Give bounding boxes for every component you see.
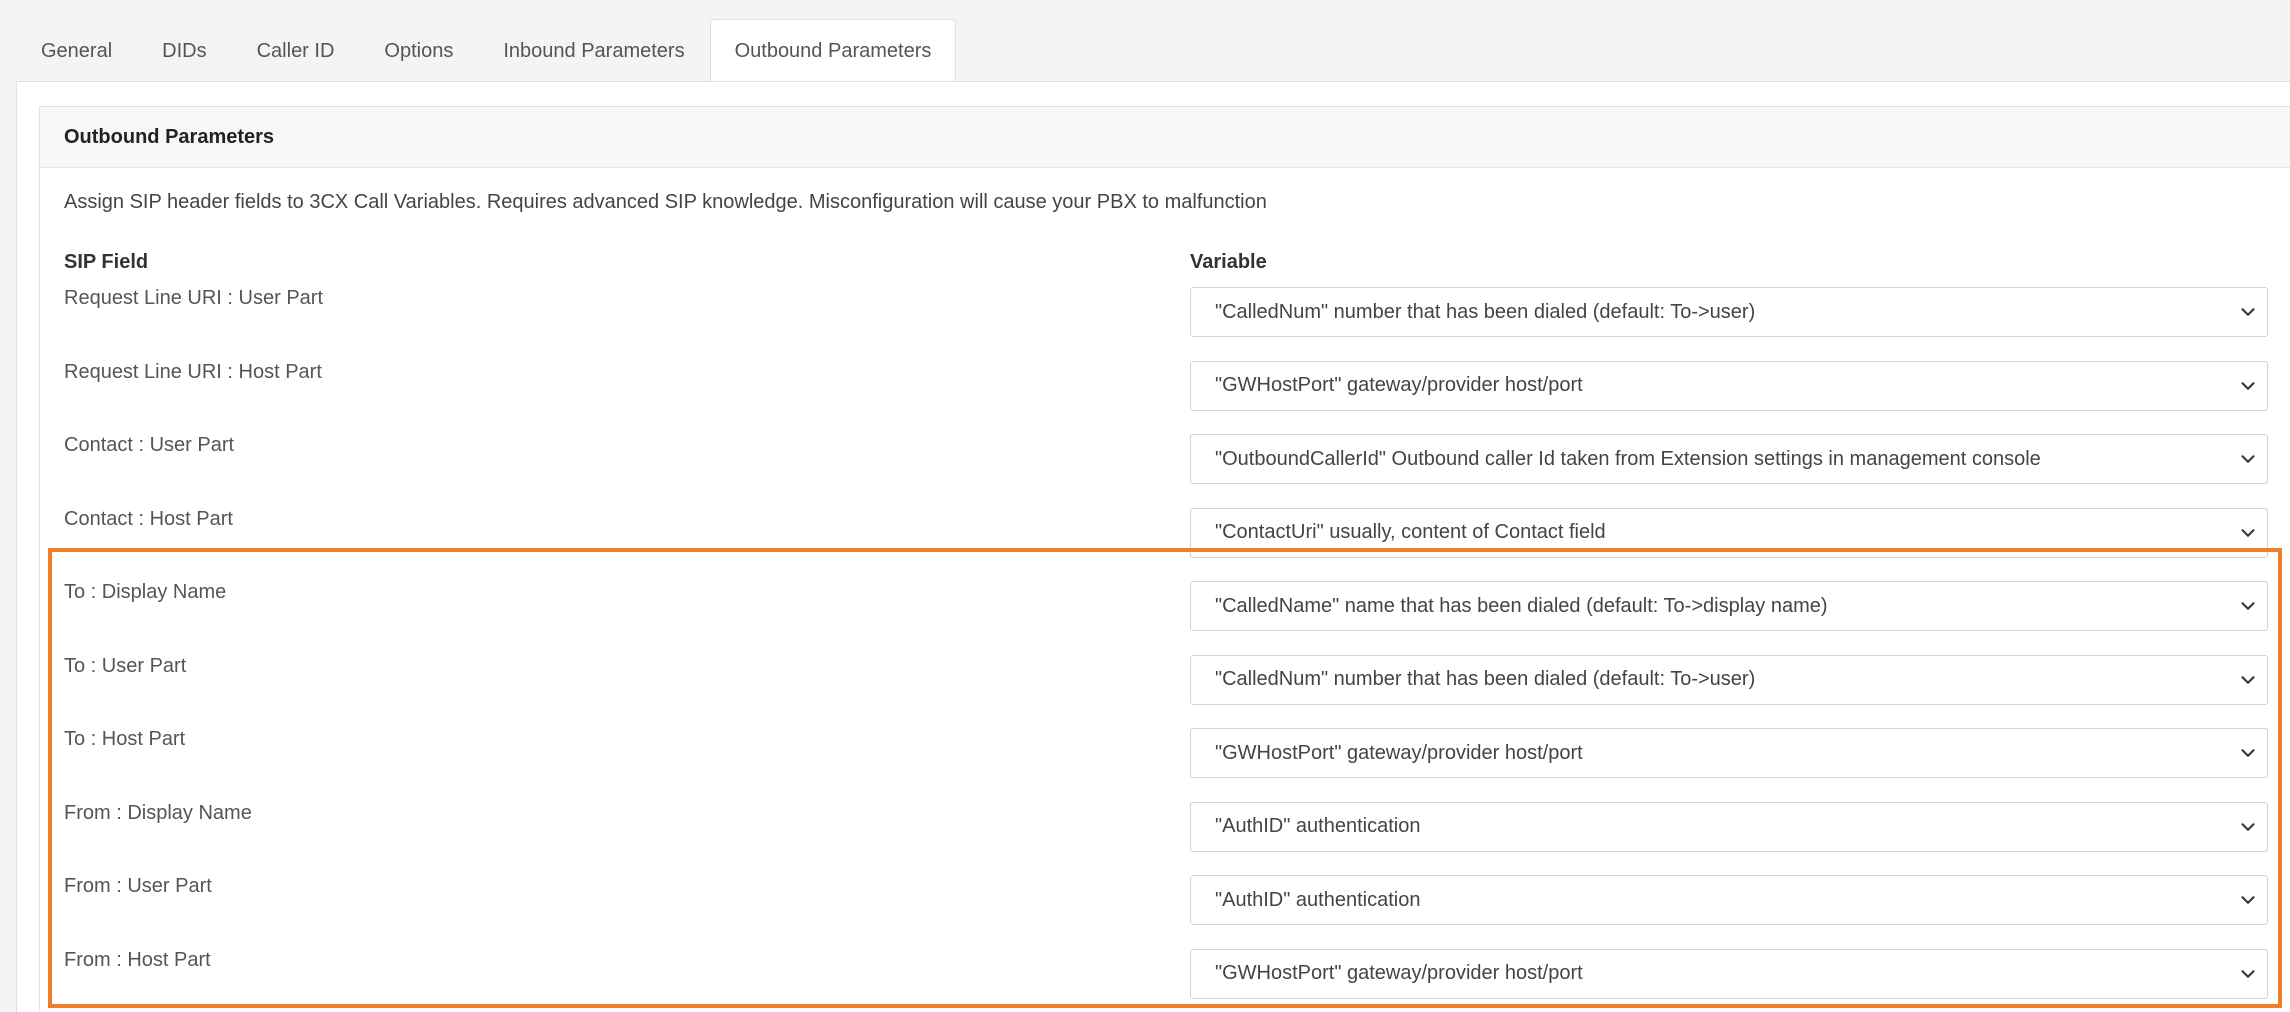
- variable-select-value: "CalledNum" number that has been dialed …: [1215, 300, 1756, 323]
- variable-select-value: "ContactUri" usually, content of Contact…: [1215, 521, 1606, 543]
- tab-options[interactable]: Options: [359, 19, 478, 82]
- sip-field-label: From : Display Name: [64, 801, 252, 824]
- variable-select-value: "GWHostPort" gateway/provider host/port: [1215, 374, 1583, 396]
- tab-bar: General DIDs Caller ID Options Inbound P…: [16, 19, 957, 83]
- variable-select[interactable]: "GWHostPort" gateway/provider host/port: [1190, 948, 2268, 999]
- sip-field-label: Contact : Host Part: [64, 507, 233, 530]
- chevron-down-icon: [2241, 528, 2255, 537]
- chevron-down-icon: [2241, 969, 2255, 978]
- card-title: Outbound Parameters: [40, 107, 2290, 168]
- chevron-down-icon: [2241, 602, 2255, 610]
- chevron-down-icon: [2241, 749, 2255, 757]
- variable-select[interactable]: "AuthID" authentication: [1190, 875, 2268, 925]
- tab-inbound-parameters[interactable]: Inbound Parameters: [478, 19, 709, 82]
- variable-select-value: "AuthID" authentication: [1215, 815, 1421, 837]
- chevron-down-icon: [2241, 675, 2255, 684]
- column-header-variable: Variable: [1190, 251, 1267, 273]
- variable-select-value: "GWHostPort" gateway/provider host/port: [1215, 741, 1583, 764]
- variable-select[interactable]: "OutboundCallerId" Outbound caller Id ta…: [1190, 434, 2268, 484]
- sip-field-label: From : Host Part: [64, 948, 211, 971]
- sip-field-label: To : Host Part: [64, 728, 186, 750]
- sip-field-label: From : User Part: [64, 875, 212, 897]
- chevron-down-icon: [2241, 822, 2255, 831]
- variable-select[interactable]: "CalledNum" number that has been dialed …: [1190, 287, 2268, 337]
- sip-field-label: Contact : User Part: [64, 434, 235, 456]
- variable-select-value: "CalledName" name that has been dialed (…: [1215, 594, 1828, 617]
- chevron-down-icon: [2241, 896, 2255, 904]
- sip-field-label: Request Line URI : User Part: [64, 287, 323, 309]
- variable-select[interactable]: "GWHostPort" gateway/provider host/port: [1190, 728, 2268, 778]
- tab-general[interactable]: General: [16, 19, 137, 82]
- sip-field-label: Request Line URI : Host Part: [64, 360, 322, 383]
- variable-select-value: "CalledNum" number that has been dialed …: [1215, 668, 1756, 690]
- tab-panel: Outbound Parameters Assign SIP header fi…: [16, 81, 2290, 1012]
- variable-select[interactable]: "AuthID" authentication: [1190, 801, 2268, 852]
- chevron-down-icon: [2241, 308, 2255, 316]
- chevron-down-icon: [2241, 381, 2255, 390]
- outbound-parameters-card: Outbound Parameters Assign SIP header fi…: [39, 106, 2290, 1012]
- column-header-sip-field: SIP Field: [64, 251, 149, 273]
- variable-select-value: "OutboundCallerId" Outbound caller Id ta…: [1215, 447, 2041, 470]
- sip-field-label: To : Display Name: [64, 581, 227, 603]
- chevron-down-icon: [2241, 455, 2255, 463]
- variable-select[interactable]: "CalledNum" number that has been dialed …: [1190, 654, 2268, 705]
- variable-select-value: "GWHostPort" gateway/provider host/port: [1215, 962, 1583, 984]
- tab-caller-id[interactable]: Caller ID: [232, 19, 360, 82]
- card-description: Assign SIP header fields to 3CX Call Var…: [64, 191, 1267, 213]
- tab-dids[interactable]: DIDs: [137, 19, 231, 82]
- variable-select[interactable]: "CalledName" name that has been dialed (…: [1190, 581, 2268, 631]
- variable-select[interactable]: "GWHostPort" gateway/provider host/port: [1190, 360, 2268, 411]
- tab-outbound-parameters[interactable]: Outbound Parameters: [709, 19, 957, 83]
- sip-field-label: To : User Part: [64, 654, 187, 677]
- variable-select-value: "AuthID" authentication: [1215, 888, 1421, 911]
- variable-select[interactable]: "ContactUri" usually, content of Contact…: [1190, 507, 2268, 558]
